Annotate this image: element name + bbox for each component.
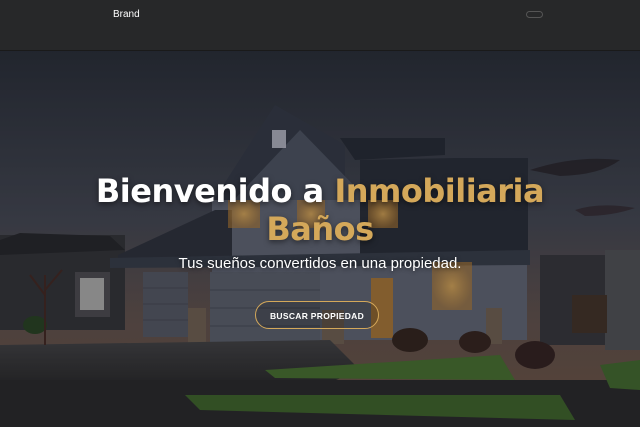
- search-property-button[interactable]: BUSCAR PROPIEDAD: [255, 301, 379, 329]
- navbar-toggler-button[interactable]: [526, 11, 543, 18]
- hero-title-accent: Inmobiliaria: [334, 172, 545, 210]
- navbar: Brand: [0, 0, 640, 50]
- brand-link[interactable]: Brand: [113, 9, 140, 20]
- hero-title: Bienvenido a Inmobiliaria Baños: [0, 172, 640, 248]
- hero-title-prefix: Bienvenido a: [95, 172, 335, 210]
- hero-title-accent-line2: Baños: [266, 210, 374, 248]
- hero-subtitle: Tus sueños convertidos en una propiedad.: [178, 255, 462, 272]
- hero-section: Bienvenido a Inmobiliaria Baños Tus sueñ…: [0, 50, 640, 427]
